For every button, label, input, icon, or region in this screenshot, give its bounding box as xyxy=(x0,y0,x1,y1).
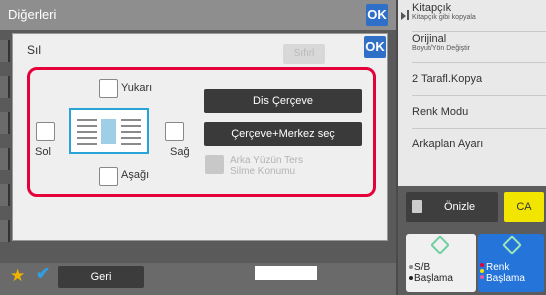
back-side-checkbox[interactable] xyxy=(205,155,224,174)
text-line xyxy=(121,143,141,145)
erase-dialog: Sıl Sıfırl OK Yukarı Sol Sağ Aşağı Dis Ç… xyxy=(12,33,388,241)
start-bw-line2: Başlama xyxy=(414,273,453,284)
side-tab[interactable] xyxy=(0,76,10,98)
edge-center-erase-button[interactable]: Çerçeve+Merkez seç xyxy=(204,122,362,146)
background-side-tabs xyxy=(0,40,12,270)
dialog-ok-button[interactable]: OK xyxy=(364,36,386,58)
side-tab[interactable] xyxy=(0,112,10,134)
ca-button[interactable]: CA xyxy=(504,192,544,222)
text-line xyxy=(121,137,141,139)
list-item-label: Orijinal xyxy=(412,33,447,45)
list-item-booklet[interactable]: Kitapçık Kitapçık gibi kopyala xyxy=(412,2,546,32)
function-list: Kitapçık Kitapçık gibi kopyala Orijinal … xyxy=(398,0,546,186)
list-item-sublabel: Boyut/Yön Değiştir xyxy=(412,45,470,52)
star-icon[interactable]: ★ xyxy=(10,266,28,285)
side-tab[interactable] xyxy=(0,220,10,242)
preview-row: Önizle CA xyxy=(406,192,544,224)
play-icon xyxy=(401,12,406,20)
start-bw-line1: S/B xyxy=(414,262,431,273)
text-line xyxy=(77,131,97,133)
preview-label: Önizle xyxy=(444,201,476,213)
left-label: Sol xyxy=(35,146,51,158)
list-item-color-mode[interactable]: Renk Modu xyxy=(412,97,546,129)
edge-erase-button[interactable]: Dis Çerçeve xyxy=(204,89,362,113)
list-item-label: 2 Tarafl.Kopya xyxy=(412,73,483,85)
start-icon xyxy=(502,235,522,255)
side-tab[interactable] xyxy=(0,184,10,206)
bar-icon xyxy=(407,10,409,20)
start-color-label: Renk Başlama xyxy=(486,262,525,284)
text-line xyxy=(121,131,141,133)
list-item-original[interactable]: Orijinal Boyut/Yön Değiştir xyxy=(412,33,546,63)
bw-dot-icon xyxy=(409,265,413,269)
list-item-label: Kitapçık xyxy=(412,2,452,14)
dialog-title: Sıl xyxy=(27,43,42,57)
list-item-sublabel: Kitapçık gibi kopyala xyxy=(412,14,476,21)
start-bw-label: S/B Başlama xyxy=(414,262,453,284)
center-gutter xyxy=(101,119,116,144)
back-button[interactable]: Geri xyxy=(58,266,144,288)
back-side-label: Arka Yüzün Ters Silme Konumu xyxy=(230,155,370,177)
bw-dot-icon xyxy=(409,276,413,280)
text-line xyxy=(121,119,141,121)
clear-button[interactable]: Sıfırl xyxy=(283,44,325,64)
background-title: Diğerleri xyxy=(8,7,57,22)
book-layout-icon xyxy=(69,108,149,154)
preview-button[interactable]: Önizle xyxy=(406,192,498,222)
background-ok-button[interactable]: OK xyxy=(366,4,388,26)
check-icon[interactable]: ✔ xyxy=(36,264,54,284)
text-line xyxy=(77,137,97,139)
list-item-background[interactable]: Arkaplan Ayarı xyxy=(412,130,546,162)
text-line xyxy=(77,143,97,145)
preview-icon xyxy=(412,200,422,213)
back-side-line2: Silme Konumu xyxy=(230,166,296,177)
side-tab[interactable] xyxy=(0,148,10,170)
start-bw-button[interactable]: S/B Başlama xyxy=(406,234,476,292)
right-label: Sağ xyxy=(170,146,190,158)
start-color-line2: Başlama xyxy=(486,273,525,284)
back-side-line1: Arka Yüzün Ters xyxy=(230,155,304,166)
bottom-checkbox[interactable] xyxy=(99,167,118,186)
list-item-duplex[interactable]: 2 Tarafl.Kopya xyxy=(412,64,546,96)
left-checkbox[interactable] xyxy=(36,122,55,141)
text-line xyxy=(77,125,97,127)
top-checkbox[interactable] xyxy=(99,79,118,98)
text-line xyxy=(121,125,141,127)
bottom-label: Aşağı xyxy=(121,169,150,181)
color-dot-icon xyxy=(480,263,484,267)
background-top-bar: Diğerleri xyxy=(0,0,396,30)
list-item-label: Renk Modu xyxy=(412,106,469,118)
start-color-line1: Renk xyxy=(486,262,510,273)
top-label: Yukarı xyxy=(121,82,153,94)
color-dot-icon xyxy=(480,269,484,273)
right-checkbox[interactable] xyxy=(165,122,184,141)
thumbnail xyxy=(255,266,317,280)
start-color-button[interactable]: Renk Başlama xyxy=(478,234,544,292)
text-line xyxy=(77,119,97,121)
right-panel: Kitapçık Kitapçık gibi kopyala Orijinal … xyxy=(398,0,546,295)
side-tab[interactable] xyxy=(0,40,10,62)
list-item-label: Arkaplan Ayarı xyxy=(412,138,484,150)
start-icon xyxy=(430,235,450,255)
color-dot-icon xyxy=(480,275,484,279)
